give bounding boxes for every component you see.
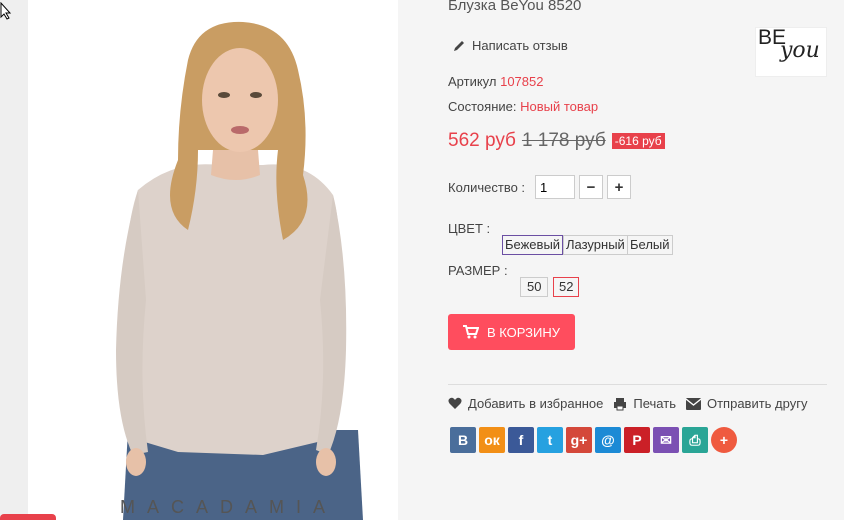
old-price: 1 178 руб: [521, 130, 606, 151]
add-to-cart-label: В КОРЗИНУ: [486, 324, 561, 340]
send-to-friend-label: Отправить другу: [706, 396, 808, 411]
article-label: Артикул: [448, 74, 497, 89]
model-image: [28, 0, 398, 520]
share-facebook-button[interactable]: f: [508, 427, 534, 453]
mouse-cursor-icon: [0, 2, 12, 20]
price-row: 562 руб 1 178 руб -616 руб: [448, 130, 665, 152]
condition-row: Состояние: Новый товар: [448, 99, 598, 114]
write-review-link[interactable]: Написать отзыв: [452, 38, 568, 53]
product-actions: Добавить в избранное Печать Отправить др…: [448, 396, 817, 411]
quantity-row: Количество : − +: [448, 175, 632, 199]
share-print-button[interactable]: ⎙: [682, 427, 708, 453]
envelope-icon: [685, 397, 701, 410]
brand-logo[interactable]: BE you: [755, 26, 827, 77]
print-label: Печать: [633, 396, 676, 411]
share-google-plus-button[interactable]: g+: [566, 427, 592, 453]
add-to-favorites-link[interactable]: Добавить в избранное: [448, 396, 603, 411]
size-option-52[interactable]: 52: [553, 277, 580, 297]
divider: [448, 384, 827, 385]
color-option-white[interactable]: Белый: [627, 235, 673, 255]
discount-badge: -616 руб: [611, 133, 665, 149]
share-mail-ru-button[interactable]: @: [595, 427, 621, 453]
add-to-cart-button[interactable]: В КОРЗИНУ: [448, 314, 575, 350]
size-label: РАЗМЕР :: [448, 263, 508, 278]
product-photo[interactable]: MACADAMIA: [28, 0, 398, 520]
add-to-favorites-label: Добавить в избранное: [468, 396, 604, 411]
current-price: 562 руб: [448, 130, 516, 151]
color-option-azure[interactable]: Лазурный: [563, 235, 628, 255]
share-email-button[interactable]: ✉: [653, 427, 679, 453]
color-label: ЦВЕТ :: [448, 221, 491, 236]
photo-watermark: MACADAMIA: [120, 497, 338, 517]
pencil-icon: [454, 40, 464, 51]
send-to-friend-link[interactable]: Отправить другу: [685, 396, 808, 411]
quantity-input[interactable]: [535, 175, 576, 199]
share-vk-button[interactable]: В: [450, 427, 476, 453]
article-value: 107852: [500, 74, 544, 89]
color-option-beige[interactable]: Бежевый: [502, 235, 564, 255]
quantity-label: Количество :: [448, 179, 526, 195]
social-share-bar: Вок f t g+ @ P ✉ ⎙ +: [450, 427, 737, 453]
left-strip: [0, 0, 28, 520]
print-link[interactable]: Печать: [613, 396, 676, 411]
article-row: Артикул 107852: [448, 74, 543, 89]
cart-icon: [462, 325, 479, 339]
condition-value: Новый товар: [520, 99, 599, 114]
quantity-increase-button[interactable]: +: [607, 175, 632, 199]
printer-icon: [614, 397, 627, 410]
red-corner-tab[interactable]: [0, 514, 56, 520]
share-more-button[interactable]: +: [711, 427, 737, 453]
write-review-label: Написать отзыв: [472, 38, 568, 53]
share-odnoklassniki-button[interactable]: ок: [479, 427, 505, 453]
quantity-decrease-button[interactable]: −: [579, 175, 604, 199]
share-twitter-button[interactable]: t: [537, 427, 563, 453]
size-option-50[interactable]: 50: [520, 277, 549, 297]
share-pinterest-button[interactable]: P: [624, 427, 650, 453]
heart-icon: [448, 397, 462, 409]
product-title: Блузка BeYou 8520: [448, 0, 582, 14]
condition-label: Состояние:: [448, 99, 517, 114]
brand-logo-you: you: [780, 38, 820, 63]
